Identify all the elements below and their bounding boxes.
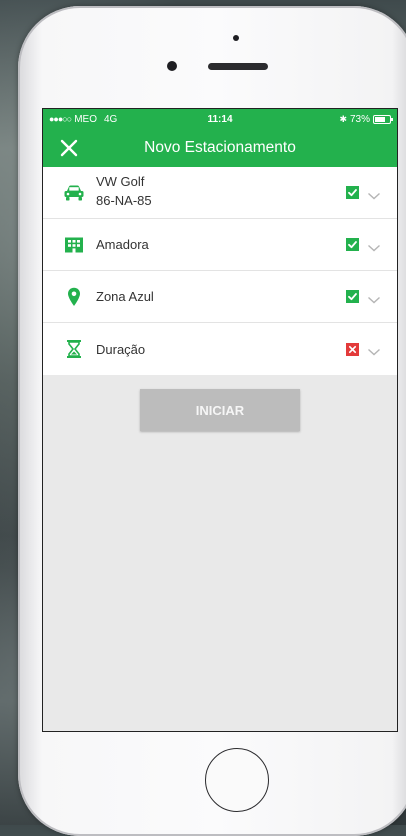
status-bar: ●●●○○ MEO 4G 11:14 ✱ 73% (43, 109, 397, 129)
vehicle-model: VW Golf (96, 174, 145, 189)
parking-options-list: VW Golf 86-NA-85 Amadora Zona Azul Duraç… (43, 167, 397, 375)
battery-icon (373, 114, 393, 124)
car-icon (63, 182, 85, 204)
check-icon (346, 238, 359, 251)
duration-label: Duração (96, 341, 146, 357)
error-icon (346, 342, 359, 356)
signal-strength: ●●●○○ (49, 114, 72, 124)
bluetooth-icon: ✱ (339, 113, 347, 124)
battery-percent: 73% (349, 113, 370, 125)
app-screen: ●●●○○ MEO 4G 11:14 ✱ 73% Novo Estacionam… (42, 108, 398, 732)
chevron-down-icon[interactable] (367, 240, 381, 251)
vehicle-row[interactable]: VW Golf 86-NA-85 (43, 167, 397, 219)
building-icon (63, 234, 85, 256)
sensor-dot (233, 35, 239, 41)
hourglass-icon (63, 338, 85, 360)
chevron-down-icon[interactable] (367, 292, 381, 303)
zone-row[interactable]: Zona Azul (43, 271, 397, 323)
zone-label: Zona Azul (96, 289, 154, 304)
home-button[interactable] (205, 748, 269, 812)
network-type: 4G (103, 113, 118, 125)
speaker-grille (208, 63, 268, 70)
check-icon (346, 186, 359, 199)
close-icon[interactable] (59, 138, 79, 158)
start-button[interactable]: INICIAR (140, 389, 300, 431)
check-icon (346, 290, 359, 303)
location-pin-icon (63, 286, 85, 308)
nav-bar: Novo Estacionamento (43, 129, 397, 167)
city-row[interactable]: Amadora (43, 219, 397, 271)
duration-row[interactable]: Duração (43, 323, 397, 375)
front-camera (167, 61, 177, 71)
city-label: Amadora (96, 237, 149, 252)
chevron-down-icon[interactable] (367, 188, 381, 199)
carrier-name: MEO (74, 113, 97, 125)
page-title: Novo Estacionamento (144, 139, 296, 156)
vehicle-plate: 86-NA-85 (96, 193, 152, 208)
chevron-down-icon[interactable] (367, 344, 381, 356)
